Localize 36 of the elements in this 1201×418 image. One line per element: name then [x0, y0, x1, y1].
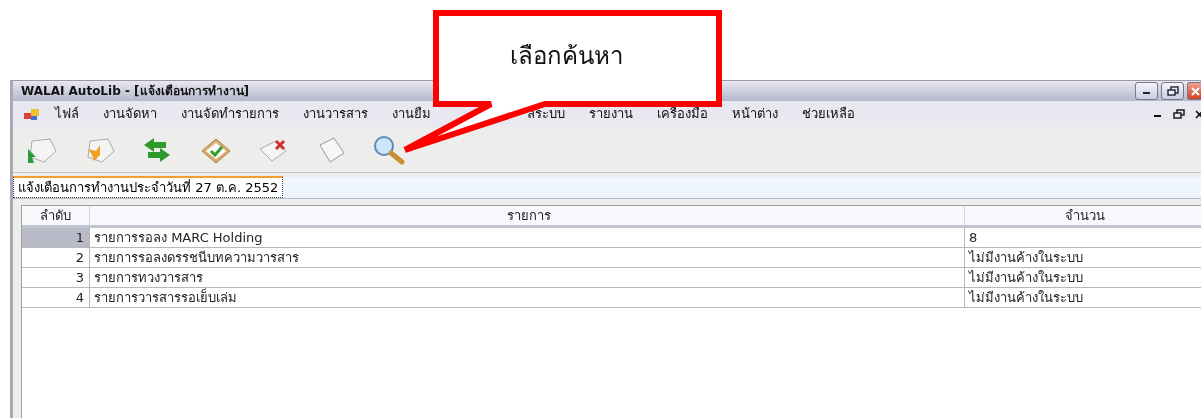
table-cell-text: 8 — [968, 229, 979, 247]
restore-button[interactable] — [1161, 82, 1184, 100]
table-cell-text: ไม่มีงานค้างในระบบ — [967, 249, 1084, 267]
menu-item[interactable]: งานยืม — [392, 104, 431, 124]
menu-item[interactable]: ไฟล์ — [55, 104, 79, 124]
menu-item[interactable]: รายงาน — [589, 104, 633, 124]
app-menu-icon[interactable] — [23, 107, 41, 121]
restore-icon — [1166, 86, 1179, 96]
column-header[interactable]: ลำดับ — [22, 206, 90, 225]
search-icon[interactable] — [371, 133, 407, 166]
menu-item[interactable]: หน้าต่าง — [732, 104, 778, 124]
table-cell: รายการทวงวารสาร — [90, 268, 965, 287]
row-number-cell[interactable]: 3 — [22, 268, 90, 287]
table-cell: รายการวารสารรอเย็บเล่ม — [90, 288, 965, 307]
callout-text: เลือกค้นหา — [510, 41, 623, 72]
menu-item[interactable]: งานจัดทำรายการ — [181, 104, 279, 124]
restore-icon[interactable] — [1173, 109, 1185, 119]
window-title: WALAI AutoLib - [แจ้งเตือนการทำงาน] — [21, 83, 250, 100]
menu-item[interactable]: งานวารสาร — [303, 104, 368, 124]
row-number-cell[interactable]: 1 — [22, 228, 90, 247]
menu-item[interactable]: เครื่องมือ — [657, 104, 708, 124]
table-cell: รายการรอลงดรรชนีบทความวารสาร — [90, 248, 965, 267]
table-cell: รายการรอลง MARC Holding — [90, 228, 965, 247]
row-number-cell[interactable]: 4 — [22, 288, 90, 307]
close-button[interactable] — [1187, 82, 1201, 100]
close-icon[interactable] — [1195, 109, 1201, 119]
column-header[interactable]: รายการ — [90, 206, 965, 225]
close-icon — [1189, 86, 1200, 96]
menu-item[interactable]: งานจัดหา — [103, 104, 157, 124]
row-number-cell[interactable]: 2 — [22, 248, 90, 267]
column-header[interactable]: จำนวน — [965, 206, 1201, 225]
tab[interactable]: แจ้งเตือนการทำงานประจำวันที่ 27 ต.ค. 2552 — [13, 176, 284, 198]
table-cell-text: ไม่มีงานค้างในระบบ — [967, 269, 1084, 287]
minimize-button[interactable] — [1135, 82, 1158, 100]
menu-item[interactable]: ช่วยเหลือ — [802, 104, 855, 124]
table-cell-text: ไม่มีงานค้างในระบบ — [967, 289, 1084, 307]
